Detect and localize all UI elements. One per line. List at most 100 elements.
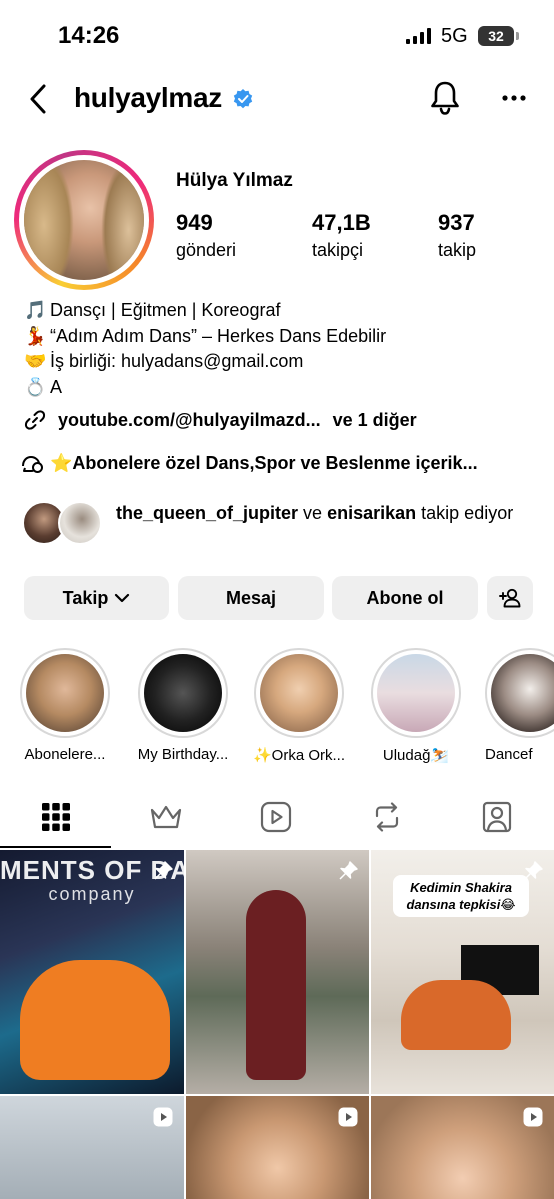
profile-full-name: Hülya Yılmaz bbox=[176, 170, 293, 191]
followed-by[interactable]: the_queen_of_jupiter ve enisarikan takip… bbox=[22, 497, 542, 555]
highlight-label: My Birthday... bbox=[137, 746, 229, 763]
story-highlight[interactable]: Dancef bbox=[485, 648, 554, 763]
bio-line: 💃 “Adım Adım Dans” – Herkes Dans Edebilir bbox=[24, 324, 534, 350]
reel-icon bbox=[523, 1107, 543, 1127]
profile-header: hulyaylmaz bbox=[0, 74, 554, 124]
highlight-label: Dancef bbox=[485, 746, 533, 763]
grid-post[interactable] bbox=[186, 850, 369, 1094]
suggested-users-button[interactable] bbox=[487, 576, 533, 620]
stat-followers-value: 47,1B bbox=[312, 210, 371, 235]
grid-icon[interactable] bbox=[39, 800, 73, 834]
pin-icon bbox=[339, 861, 358, 880]
story-highlight[interactable]: ✨Orka Ork... bbox=[251, 648, 347, 764]
highlight-ring bbox=[254, 648, 344, 738]
post-figure bbox=[401, 980, 511, 1050]
chevron-down-icon bbox=[115, 593, 130, 603]
grid-post[interactable] bbox=[186, 1096, 369, 1199]
bio-emoji: 🎵 bbox=[24, 300, 47, 320]
reel-icon bbox=[338, 1107, 358, 1127]
reposts-icon[interactable] bbox=[370, 800, 404, 834]
highlight-label: ✨Orka Ork... bbox=[252, 747, 345, 764]
story-highlight[interactable]: My Birthday... bbox=[135, 648, 231, 763]
followed-by-joiner: ve bbox=[303, 503, 323, 523]
back-icon[interactable] bbox=[26, 82, 50, 116]
profile-links[interactable]: youtube.com/@hulyayilmazd... ve 1 diğer bbox=[24, 405, 417, 435]
pin-icon bbox=[154, 861, 173, 880]
grid-post[interactable]: MENTS OF DAN company bbox=[0, 850, 184, 1094]
bio-line: 💍 A bbox=[24, 375, 534, 401]
add-user-icon bbox=[499, 588, 521, 608]
mutual-follower-avatar bbox=[58, 501, 102, 545]
reels-icon[interactable] bbox=[259, 800, 293, 834]
profile-avatar-story-ring[interactable] bbox=[14, 150, 154, 290]
broadcast-channel-text: ⭐Abonelere özel Dans,Spor ve Beslenme iç… bbox=[50, 452, 478, 473]
tagged-icon[interactable] bbox=[480, 800, 514, 834]
highlight-cover bbox=[144, 654, 222, 732]
bio-line: 🎵 Dansçı | Eğitmen | Koreograf bbox=[24, 298, 534, 324]
message-button-label: Mesaj bbox=[225, 587, 277, 608]
status-bar: 14:26 5G 32 bbox=[0, 0, 554, 70]
subscribe-button-label: Abone ol bbox=[366, 587, 444, 608]
stat-following-value: 937 bbox=[438, 210, 475, 235]
highlight-ring bbox=[485, 648, 554, 738]
avatar-frame bbox=[19, 155, 149, 285]
post-figure bbox=[246, 890, 306, 1080]
stat-following[interactable]: 937 takip bbox=[438, 210, 476, 261]
grid-post[interactable] bbox=[371, 1096, 554, 1199]
stat-followers[interactable]: 47,1B takipçi bbox=[312, 210, 371, 261]
more-options-icon[interactable] bbox=[500, 86, 528, 110]
bio-text: Dansçı | Eğitmen | Koreograf bbox=[50, 300, 281, 320]
mutual-follower-name: enisarikan bbox=[327, 503, 417, 523]
highlight-cover bbox=[491, 654, 554, 732]
bio-text: A bbox=[50, 376, 63, 397]
reel-icon bbox=[153, 1107, 173, 1127]
verified-badge-icon bbox=[233, 89, 253, 109]
bio-emoji: 🤝 bbox=[24, 351, 47, 371]
broadcast-channel-row[interactable]: ⭐Abonelere özel Dans,Spor ve Beslenme iç… bbox=[20, 448, 478, 478]
profile-avatar bbox=[24, 160, 144, 280]
highlight-cover bbox=[26, 654, 104, 732]
profile-username: hulyaylmaz bbox=[74, 82, 222, 113]
crown-icon[interactable] bbox=[149, 800, 183, 834]
battery-icon: 32 bbox=[478, 26, 519, 46]
story-highlight[interactable]: Uludağ⛷️ bbox=[368, 648, 464, 764]
bio-text: İş birliği: hulyadans@gmail.com bbox=[50, 351, 304, 371]
network-label: 5G bbox=[441, 25, 468, 47]
signal-icon bbox=[406, 28, 431, 44]
profile-link-more[interactable]: ve 1 diğer bbox=[333, 410, 417, 431]
stat-posts: 949 gönderi bbox=[176, 210, 236, 261]
bio-emoji: 💃 bbox=[24, 325, 47, 346]
highlight-label: Abonelere... bbox=[24, 746, 106, 763]
highlight-ring bbox=[138, 648, 228, 738]
notifications-bell-icon[interactable] bbox=[429, 80, 461, 116]
profile-bio: 🎵 Dansçı | Eğitmen | Koreograf 💃 “Adım Adı… bbox=[24, 298, 534, 400]
following-button-label: Takip bbox=[62, 587, 109, 608]
stat-followers-label: takipçi bbox=[312, 240, 364, 260]
stat-posts-value: 949 bbox=[176, 210, 213, 235]
followed-by-text: the_queen_of_jupiter ve enisarikan takip… bbox=[116, 500, 536, 526]
following-button[interactable]: Takip bbox=[24, 576, 169, 620]
subscribe-button[interactable]: Abone ol bbox=[332, 576, 478, 620]
post-caption-badge: Kedimin Shakira dansına tepkisi😂 bbox=[393, 875, 529, 917]
highlight-ring bbox=[20, 648, 110, 738]
followed-by-suffix: takip ediyor bbox=[421, 503, 514, 523]
post-figure bbox=[20, 960, 170, 1080]
mutual-follower-name: the_queen_of_jupiter bbox=[116, 503, 299, 523]
grid-post[interactable] bbox=[0, 1096, 184, 1199]
story-highlight[interactable]: Abonelere... bbox=[17, 648, 113, 763]
stat-posts-label: gönderi bbox=[176, 240, 237, 260]
profile-link-url[interactable]: youtube.com/@hulyayilmazd... bbox=[58, 410, 321, 431]
grid-post[interactable]: Kedimin Shakira dansına tepkisi😂 bbox=[371, 850, 554, 1094]
bio-text: “Adım Adım Dans” – Herkes Dans Edebilir bbox=[50, 325, 387, 346]
message-button[interactable]: Mesaj bbox=[178, 576, 324, 620]
pin-icon bbox=[524, 861, 543, 880]
profile-content-tabs bbox=[0, 790, 554, 848]
link-icon bbox=[24, 410, 46, 430]
status-time: 14:26 bbox=[58, 22, 120, 49]
post-overlay-subtitle: company bbox=[48, 884, 136, 904]
highlight-ring bbox=[371, 648, 461, 738]
active-tab-indicator bbox=[0, 846, 111, 848]
stat-following-label: takip bbox=[438, 240, 477, 260]
highlight-label: Uludağ⛷️ bbox=[382, 747, 450, 764]
highlight-cover bbox=[377, 654, 455, 732]
